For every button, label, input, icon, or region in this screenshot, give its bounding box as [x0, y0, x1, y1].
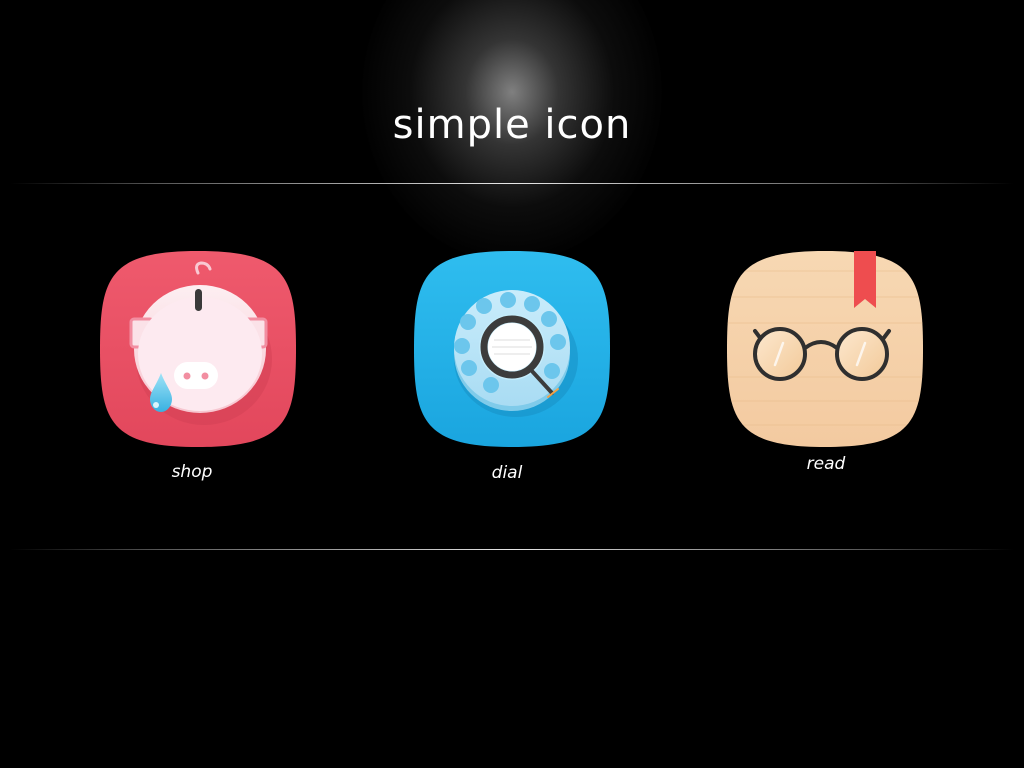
bottom-divider: [10, 549, 1014, 550]
shop-app-icon[interactable]: [98, 249, 298, 449]
rotary-dial-icon: [414, 251, 610, 447]
top-divider: [10, 183, 1014, 184]
shop-label: shop: [171, 462, 213, 482]
read-label: read: [806, 454, 846, 474]
piggy-bank-icon: [100, 251, 296, 447]
canvas: simple icon shop dial read: [0, 0, 1024, 768]
dial-app-icon[interactable]: [412, 249, 612, 449]
page-title: simple icon: [392, 102, 632, 148]
dial-label: dial: [491, 463, 523, 483]
read-app-icon[interactable]: [725, 249, 925, 449]
glasses-bookmark-icon: [727, 251, 923, 447]
